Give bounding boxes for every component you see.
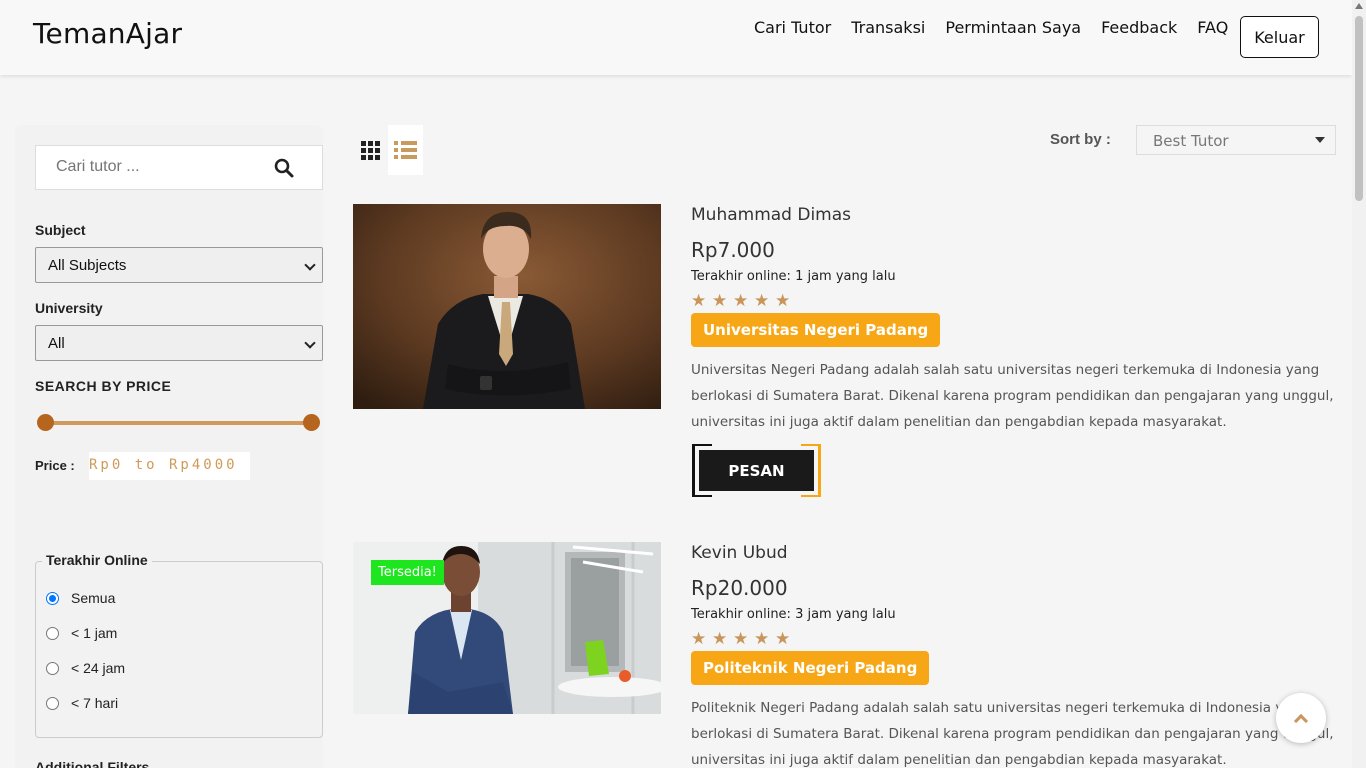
radio-label: Semua: [71, 590, 116, 606]
nav-faq[interactable]: FAQ: [1197, 18, 1228, 38]
tutor-description: Politeknik Negeri Padang adalah salah sa…: [691, 700, 1334, 768]
radio-option-24-jam[interactable]: < 24 jam: [46, 660, 125, 676]
chevron-up-icon: [1293, 713, 1309, 728]
star-icon: ★: [691, 629, 707, 648]
nav-transaksi[interactable]: Transaksi: [851, 18, 925, 38]
radio-button-checked[interactable]: [46, 591, 59, 605]
search-icon[interactable]: [274, 158, 294, 178]
tutor-search-box: [35, 145, 323, 190]
grid-view-button[interactable]: [353, 125, 388, 175]
brand-logo[interactable]: TemanAjar: [33, 17, 182, 50]
university-badge: Universitas Negeri Padang: [691, 313, 941, 347]
additional-filters-heading: Additional Filters: [35, 759, 150, 768]
star-icon: ★: [775, 629, 791, 648]
logout-button[interactable]: Keluar: [1240, 16, 1319, 58]
list-icon: [394, 141, 417, 159]
sort-select[interactable]: Best Tutor: [1136, 125, 1336, 155]
star-icon: ★: [733, 629, 749, 648]
sort-select-value: Best Tutor: [1153, 132, 1229, 150]
page-scrollbar[interactable]: [1352, 0, 1366, 768]
pesan-button[interactable]: PESAN: [699, 450, 814, 491]
main-nav: Cari Tutor Transaksi Permintaan Saya Fee…: [754, 18, 1248, 38]
list-view-button[interactable]: [388, 125, 423, 175]
radio-button[interactable]: [46, 661, 59, 675]
star-icon: ★: [733, 291, 749, 310]
grid-icon: [361, 140, 380, 160]
price-slider-track[interactable]: [45, 421, 312, 425]
tutor-last-online: Terakhir online: 3 jam yang lalu: [691, 607, 896, 622]
tutor-rating: ★ ★ ★ ★ ★: [691, 291, 791, 310]
university-label: University: [35, 300, 103, 316]
radio-label: < 7 hari: [71, 695, 119, 711]
university-select[interactable]: All: [35, 325, 323, 361]
tutor-last-online: Terakhir online: 1 jam yang lalu: [691, 269, 896, 284]
nav-permintaan-saya[interactable]: Permintaan Saya: [945, 18, 1081, 38]
tutor-photo[interactable]: [353, 204, 661, 409]
tutor-name[interactable]: Kevin Ubud: [691, 543, 788, 563]
last-online-filter-group: [35, 561, 323, 738]
price-search-heading: SEARCH BY PRICE: [35, 378, 172, 394]
caret-down-icon: [1315, 137, 1325, 143]
tutor-description: Universitas Negeri Padang adalah salah s…: [691, 362, 1334, 430]
radio-button[interactable]: [46, 696, 59, 710]
price-slider-min-handle[interactable]: [37, 414, 54, 431]
available-badge: Tersedia!: [371, 560, 444, 585]
tutor-name[interactable]: Muhammad Dimas: [691, 205, 851, 225]
star-icon: ★: [712, 291, 728, 310]
subject-select[interactable]: All Subjects: [35, 247, 323, 283]
tutor-rating: ★ ★ ★ ★ ★: [691, 629, 791, 648]
university-select-value: All: [48, 334, 65, 352]
university-badge: Politeknik Negeri Padang: [691, 651, 930, 685]
last-online-legend: Terakhir Online: [42, 552, 152, 568]
price-label: Price :: [35, 458, 75, 473]
tutor-search-input[interactable]: [56, 158, 256, 176]
nav-cari-tutor[interactable]: Cari Tutor: [754, 18, 831, 38]
subject-select-value: All Subjects: [48, 256, 127, 274]
tutor-price: Rp7.000: [691, 238, 775, 262]
radio-option-7-hari[interactable]: < 7 hari: [46, 695, 118, 711]
price-range-value: Rp0 to Rp4000: [89, 452, 250, 480]
radio-option-semua[interactable]: Semua: [46, 590, 115, 606]
star-icon: ★: [712, 629, 728, 648]
star-icon: ★: [691, 291, 707, 310]
order-button-frame: PESAN: [692, 444, 821, 497]
radio-option-1-jam[interactable]: < 1 jam: [46, 625, 117, 641]
price-slider-max-handle[interactable]: [303, 414, 320, 431]
chevron-down-icon: [304, 337, 316, 349]
scroll-up-arrow-icon[interactable]: [1355, 3, 1363, 9]
star-icon: ★: [754, 291, 770, 310]
top-navbar: TemanAjar Cari Tutor Transaksi Permintaa…: [0, 0, 1352, 75]
sort-label: Sort by :: [1050, 131, 1111, 148]
radio-label: < 24 jam: [71, 660, 126, 676]
scrollbar-thumb[interactable]: [1355, 16, 1363, 201]
star-icon: ★: [754, 629, 770, 648]
tutor-price: Rp20.000: [691, 576, 788, 600]
chevron-down-icon: [304, 259, 316, 271]
back-to-top-button[interactable]: [1276, 693, 1326, 743]
radio-label: < 1 jam: [71, 625, 118, 641]
nav-feedback[interactable]: Feedback: [1101, 18, 1177, 38]
star-icon: ★: [775, 291, 791, 310]
radio-button[interactable]: [46, 626, 59, 640]
subject-label: Subject: [35, 222, 86, 238]
